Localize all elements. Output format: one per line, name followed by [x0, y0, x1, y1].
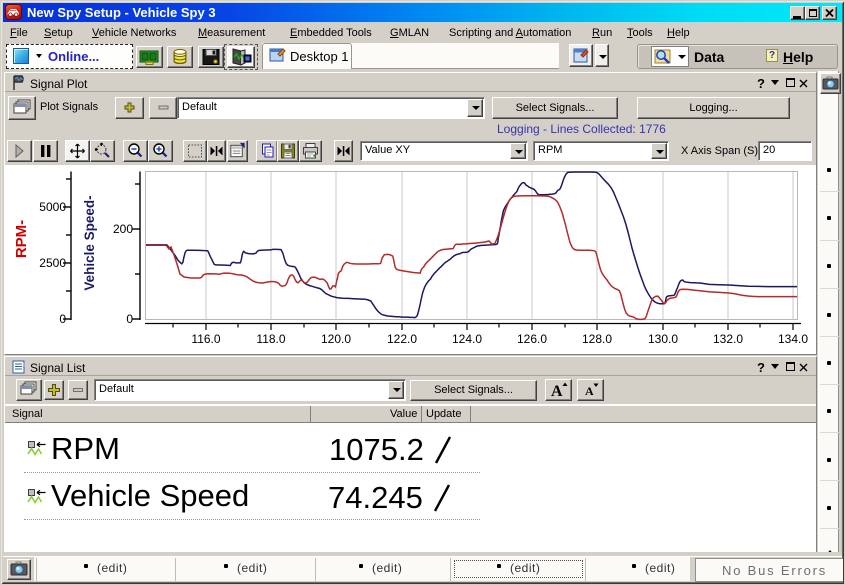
svg-text:0: 0 [126, 312, 133, 326]
svg-text:A: A [551, 383, 563, 400]
svg-text:0: 0 [59, 312, 66, 326]
svg-text:5000: 5000 [39, 200, 66, 214]
svg-text:A: A [585, 384, 594, 398]
svg-text:132.0: 132.0 [713, 332, 743, 346]
svg-text:122.0: 122.0 [387, 332, 417, 346]
svg-text:126.0: 126.0 [517, 332, 547, 346]
svg-text:Vehicle Speed-: Vehicle Speed- [82, 195, 97, 290]
svg-text:RPM-: RPM- [13, 220, 30, 258]
svg-text:118.0: 118.0 [256, 332, 285, 346]
svg-text:130.0: 130.0 [648, 332, 678, 346]
svg-text:128.0: 128.0 [582, 332, 612, 346]
svg-text:116.0: 116.0 [191, 332, 220, 346]
svg-text:124.0: 124.0 [452, 332, 482, 346]
svg-text:134.0: 134.0 [778, 332, 808, 346]
svg-text:2500: 2500 [39, 256, 66, 270]
svg-text:120.0: 120.0 [321, 332, 351, 346]
svg-text:200: 200 [113, 222, 133, 236]
